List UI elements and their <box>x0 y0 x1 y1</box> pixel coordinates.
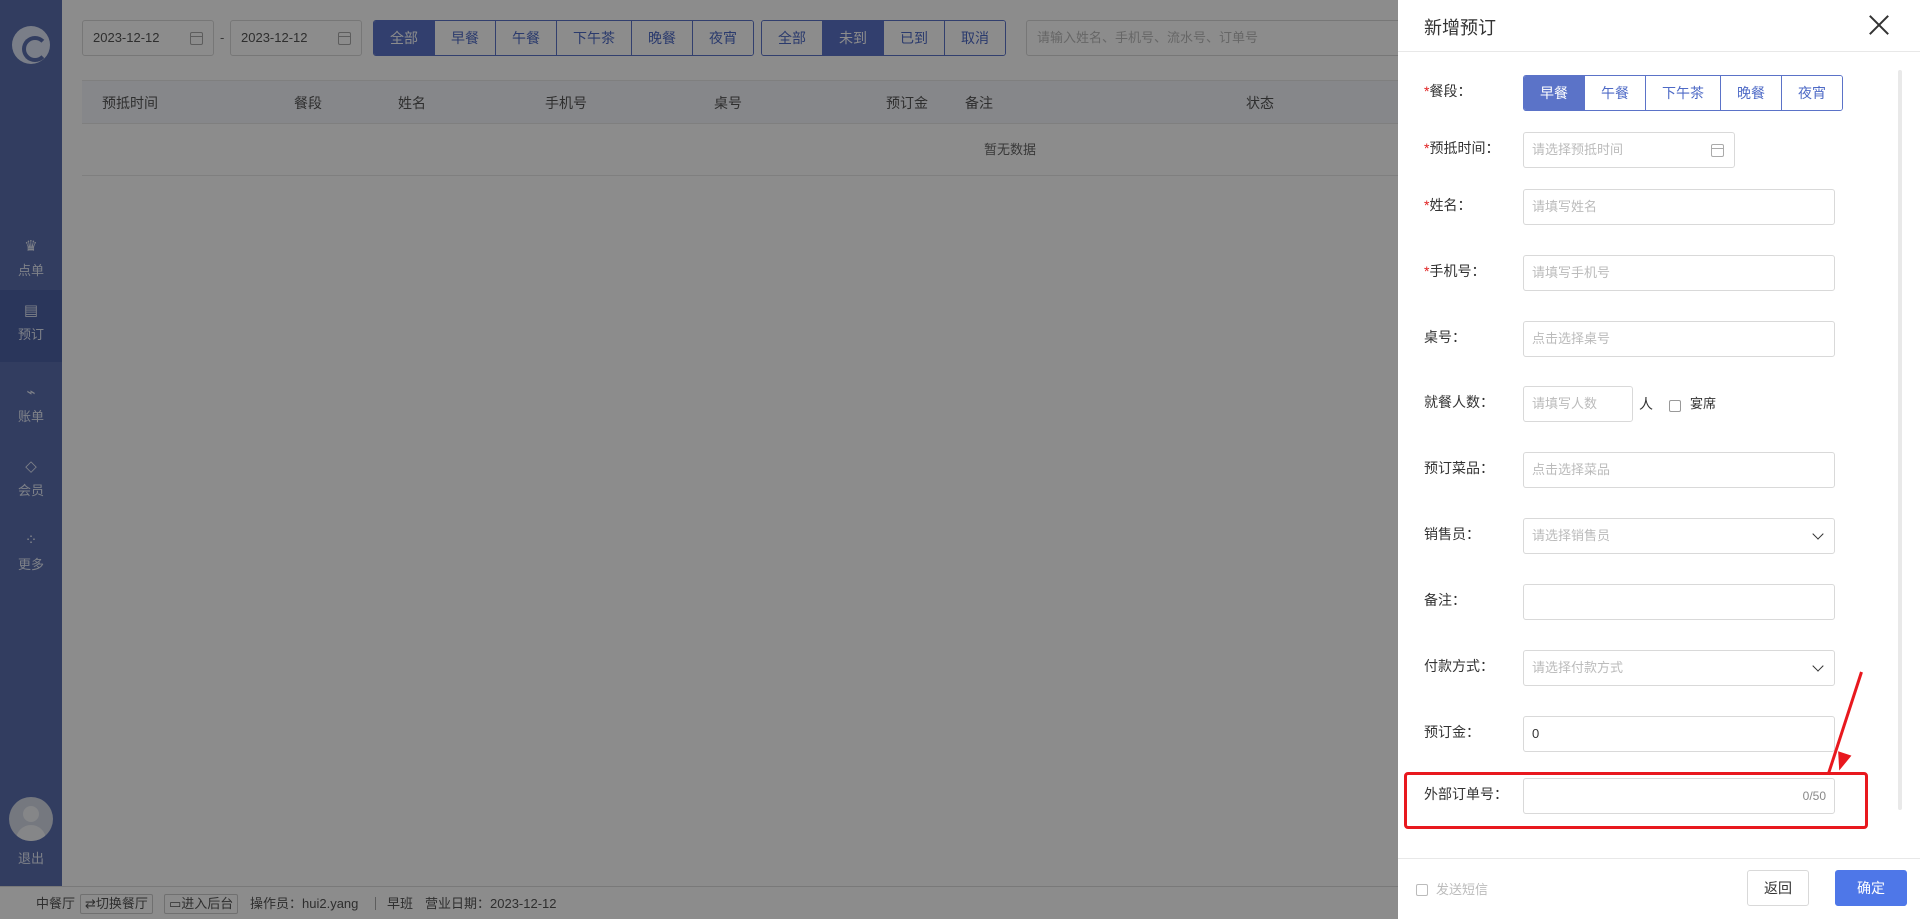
banquet-checkbox[interactable] <box>1669 400 1681 412</box>
field-label: *姓名： <box>1424 197 1472 213</box>
field-label: 预订菜品： <box>1424 460 1494 476</box>
scrollbar[interactable] <box>1898 70 1902 810</box>
banquet-label: 宴席 <box>1690 396 1717 411</box>
drawer-header: 新增预订 <box>1398 0 1920 52</box>
deposit-input[interactable]: 0 <box>1523 716 1835 752</box>
field-table-no: 桌号： 点击选择桌号 <box>1398 317 1898 357</box>
drawer-footer: 发送短信 返回 确定 <box>1398 858 1920 919</box>
phone-input[interactable]: 请填写手机号 <box>1523 255 1835 291</box>
field-name: *姓名： 请填写姓名 <box>1398 185 1898 225</box>
field-label: *预抵时间： <box>1424 140 1500 156</box>
field-label: *手机号： <box>1424 263 1486 279</box>
chevron-down-icon <box>1812 528 1824 540</box>
close-icon[interactable] <box>1866 12 1892 38</box>
meal-option-tea[interactable]: 下午茶 <box>1646 76 1721 110</box>
placeholder: 请选择预抵时间 <box>1532 142 1624 157</box>
highlight-box <box>1404 772 1868 829</box>
field-arrival-time: *预抵时间： 请选择预抵时间 <box>1398 128 1898 168</box>
field-label: 预订金： <box>1424 724 1480 740</box>
meal-segment-group: 早餐 午餐 下午茶 晚餐 夜宵 <box>1523 75 1843 111</box>
confirm-button[interactable]: 确定 <box>1835 870 1907 906</box>
guests-input[interactable]: 请填写人数 <box>1523 386 1633 422</box>
field-label: 销售员： <box>1424 526 1480 542</box>
guests-unit: 人 <box>1639 396 1653 412</box>
field-deposit: 预订金： 0 <box>1398 712 1898 752</box>
meal-option-lunch[interactable]: 午餐 <box>1585 76 1646 110</box>
salesperson-select[interactable]: 请选择销售员 <box>1523 518 1835 554</box>
field-label: 付款方式： <box>1424 658 1494 674</box>
sms-label: 发送短信 <box>1436 882 1489 897</box>
field-label: 就餐人数： <box>1424 394 1494 410</box>
meal-option-breakfast[interactable]: 早餐 <box>1524 76 1585 110</box>
back-button[interactable]: 返回 <box>1747 870 1809 906</box>
meal-option-night[interactable]: 夜宵 <box>1782 76 1842 110</box>
sms-checkbox[interactable] <box>1416 884 1428 896</box>
field-label: 桌号： <box>1424 329 1466 345</box>
field-label: *餐段： <box>1424 83 1472 99</box>
field-meal: *餐段： 早餐 午餐 下午茶 晚餐 夜宵 <box>1398 71 1898 111</box>
table-no-input[interactable]: 点击选择桌号 <box>1523 321 1835 357</box>
new-reservation-drawer: 新增预订 *餐段： 早餐 午餐 下午茶 晚餐 夜宵 *预抵时间： 请选择预抵时间… <box>1398 0 1920 919</box>
field-remark: 备注： <box>1398 580 1898 620</box>
meal-option-dinner[interactable]: 晚餐 <box>1721 76 1782 110</box>
field-phone: *手机号： 请填写手机号 <box>1398 251 1898 291</box>
arrival-time-input[interactable]: 请选择预抵时间 <box>1523 132 1735 168</box>
drawer-title: 新增预订 <box>1424 18 1496 38</box>
field-salesperson: 销售员： 请选择销售员 <box>1398 514 1898 554</box>
field-dishes: 预订菜品： 点击选择菜品 <box>1398 448 1898 488</box>
placeholder: 请选择付款方式 <box>1532 660 1624 675</box>
field-payment: 付款方式： 请选择付款方式 <box>1398 646 1898 686</box>
chevron-down-icon <box>1812 660 1824 672</box>
payment-select[interactable]: 请选择付款方式 <box>1523 650 1835 686</box>
field-guests: 就餐人数： 请填写人数 人 宴席 <box>1398 382 1898 422</box>
remark-input[interactable] <box>1523 584 1835 620</box>
field-label: 备注： <box>1424 592 1466 608</box>
placeholder: 请选择销售员 <box>1532 528 1611 543</box>
calendar-icon <box>1711 144 1724 157</box>
dishes-input[interactable]: 点击选择菜品 <box>1523 452 1835 488</box>
name-input[interactable]: 请填写姓名 <box>1523 189 1835 225</box>
